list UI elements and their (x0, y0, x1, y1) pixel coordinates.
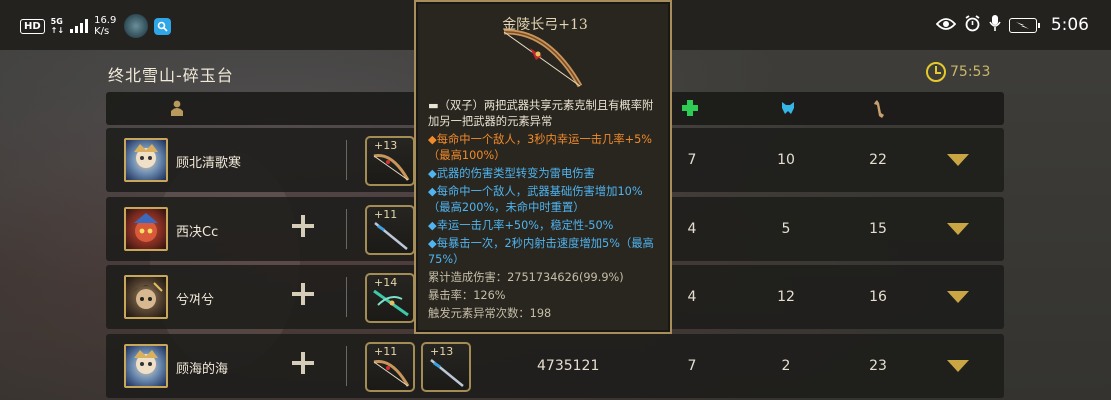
avatar[interactable] (124, 275, 168, 319)
spear-icon (374, 222, 410, 251)
divider (346, 140, 347, 180)
spear-icon (430, 359, 466, 388)
player-row: 顾海的海 +11 +13 4735121 7 2 23 (106, 334, 1004, 398)
expand-chevron-icon[interactable] (947, 223, 969, 235)
kill-count: 12 (777, 289, 795, 305)
add-button[interactable] (292, 283, 314, 305)
clock-icon (926, 62, 946, 82)
kill-icon (780, 100, 796, 120)
alarm-icon (964, 14, 981, 36)
weapon-slot[interactable]: +11 (365, 342, 415, 392)
player-name: 顾海的海 (176, 362, 229, 377)
tooltip-line: 触发元素异常次数：198 (428, 307, 552, 320)
weapon-tooltip: 金陵长弓+13 ▬（双子）两把武器共享元素克制且有概率附加另一把武器的元素异常 … (414, 0, 672, 334)
tooltip-line: ▬（双子）两把武器共享元素克制且有概率附加另一把武器的元素异常 (428, 99, 654, 128)
avatar[interactable] (124, 138, 168, 182)
bone-count: 23 (869, 358, 887, 374)
divider (346, 209, 347, 249)
status-right: 5:06 (935, 14, 1089, 36)
add-button[interactable] (292, 352, 314, 374)
app-notification-icon (124, 14, 149, 38)
location-title: 终北雪山-碎玉台 (108, 66, 234, 85)
avatar[interactable] (124, 344, 168, 388)
kill-count: 10 (777, 152, 795, 168)
tooltip-line: 累计造成伤害：2751734626(99.9%) (428, 271, 624, 284)
tooltip-line: ◆武器的伤害类型转变为雷电伤害 (428, 167, 595, 180)
mic-icon (989, 14, 1001, 36)
kill-count: 2 (781, 358, 791, 374)
tooltip-line: ◆每命中一个敌人，3秒内幸运一击几率+5%（最高100%） (428, 133, 653, 162)
player-name: 西决Cc (176, 225, 219, 240)
player-name: 兮껴兮 (176, 293, 214, 308)
longbow-icon (373, 360, 410, 387)
divider (346, 346, 347, 386)
weapon-slot[interactable]: +13 (421, 342, 471, 392)
longbow-icon (503, 29, 583, 88)
tooltip-line: ◆每暴击一次，2秒内射击速度增加5%（最高75%） (428, 237, 654, 266)
status-left: HD 5G ↑↓ 16.9 K/s (20, 14, 172, 38)
eye-icon (935, 16, 957, 35)
damage-total: 4735121 (537, 358, 600, 374)
player-name: 顾北清歌寒 (176, 156, 242, 171)
heal-icon (682, 100, 698, 120)
run-timer: 75:53 (926, 62, 990, 82)
battery-charging-icon (1008, 17, 1040, 33)
clock: 5:06 (1050, 15, 1089, 35)
bone-icon (872, 100, 886, 122)
network-type: 5G ↑↓ (50, 17, 65, 35)
player-icon (170, 100, 184, 120)
timer-value: 75:53 (950, 64, 991, 80)
expand-chevron-icon[interactable] (947, 360, 969, 372)
tooltip-line: 暴击率：126% (428, 289, 506, 302)
hd-badge: HD (20, 18, 45, 34)
expand-chevron-icon[interactable] (947, 291, 969, 303)
avatar[interactable] (124, 207, 168, 251)
bone-count: 22 (869, 152, 887, 168)
bone-count: 16 (869, 289, 887, 305)
tooltip-line: ◆每命中一个敌人，武器基础伤害增加10%（最高200%，未命中时重置） (428, 185, 643, 214)
crossbow-icon (373, 289, 409, 317)
signal-icon (70, 19, 89, 33)
network-speed: 16.9 K/s (94, 15, 117, 37)
tooltip-line: ◆幸运一击几率+50%，稳定性-50% (428, 219, 614, 232)
bone-count: 15 (869, 221, 887, 237)
kill-count: 5 (781, 221, 791, 237)
add-button[interactable] (292, 215, 314, 237)
weapon-slot[interactable]: +11 (365, 205, 415, 255)
search-app-icon (154, 17, 172, 35)
weapon-slot[interactable]: +13 (365, 136, 415, 186)
heal-count: 7 (687, 358, 697, 374)
weapon-slot[interactable]: +14 (365, 273, 415, 323)
divider (346, 277, 347, 317)
longbow-icon (373, 154, 410, 181)
expand-chevron-icon[interactable] (947, 154, 969, 166)
tooltip-body: ▬（双子）两把武器共享元素克制且有概率附加另一把武器的元素异常 ◆每命中一个敌人… (428, 98, 664, 324)
